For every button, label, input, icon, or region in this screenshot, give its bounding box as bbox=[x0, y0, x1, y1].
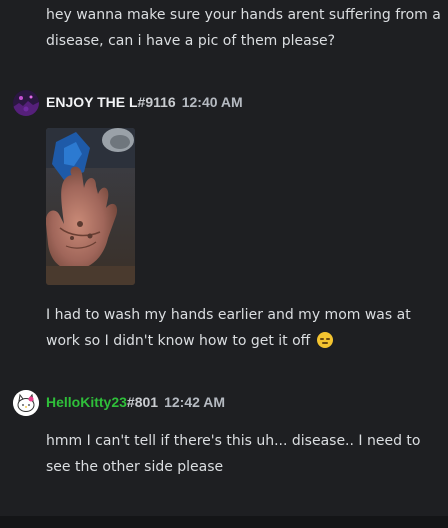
message-text-3: hmm I can't tell if there's this uh... d… bbox=[46, 433, 421, 475]
message-header: ENJOY THE L#9116 12:40 AM bbox=[46, 93, 243, 111]
timestamp: 12:40 AM bbox=[181, 94, 243, 110]
message-text-2-content: I had to wash my hands earlier and my mo… bbox=[46, 307, 411, 349]
message-text-1: hey wanna make sure your hands arent suf… bbox=[46, 7, 441, 49]
username[interactable]: ENJOY THE L bbox=[46, 94, 138, 110]
avatar-hellokitty[interactable] bbox=[13, 390, 39, 416]
username-2[interactable]: HelloKitty23 bbox=[46, 394, 127, 410]
dark-purple-avatar-icon bbox=[13, 90, 39, 116]
pensive-face-emoji-icon bbox=[316, 332, 333, 348]
bottom-bar bbox=[0, 516, 448, 528]
photo-of-dirty-hand-icon bbox=[46, 128, 135, 285]
hello-kitty-avatar-icon bbox=[13, 390, 39, 416]
timestamp-2: 12:42 AM bbox=[164, 394, 226, 410]
user-tag: #9116 bbox=[137, 94, 176, 110]
avatar[interactable] bbox=[13, 90, 39, 116]
image-attachment[interactable] bbox=[46, 128, 135, 285]
message-text-2: I had to wash my hands earlier and my mo… bbox=[46, 302, 441, 354]
chat-area: hey wanna make sure your hands arent suf… bbox=[0, 0, 448, 528]
message-header-2: HelloKitty23#801 12:42 AM bbox=[46, 393, 225, 411]
user-tag-2: #801 bbox=[126, 394, 159, 410]
